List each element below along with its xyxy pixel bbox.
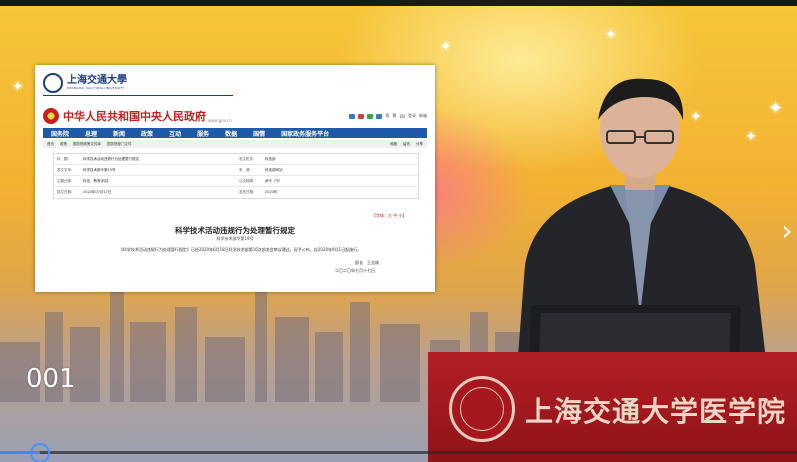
meta-value: 科学技术部令第19号 — [83, 167, 116, 172]
nav-item-service[interactable]: 服务 — [189, 129, 217, 138]
slide-counter: 001 — [26, 364, 76, 394]
gov-site-url: www.gov.cn — [208, 117, 232, 123]
favorite-button[interactable]: 收藏 — [390, 142, 397, 147]
meta-key: 公文种类： — [239, 178, 257, 183]
sjtu-subtitle: SHANGHAI JIAO TONG UNIVERSITY — [67, 86, 125, 90]
font-size-control[interactable]: 【字体：大 中 小】 — [372, 213, 407, 219]
meta-value: 2020年07月17日 — [83, 190, 112, 194]
mail-icon[interactable] — [349, 113, 356, 119]
app-icon[interactable] — [376, 113, 383, 119]
gov-nav-bar: 国务院 总理 新闻 政策 互动 服务 数据 国情 国家政务服务平台 — [43, 128, 427, 138]
sjtu-seal-icon — [43, 73, 63, 93]
progress-bar[interactable] — [0, 451, 797, 454]
meta-value: 命令（令） — [265, 178, 283, 183]
meta-key: 标 题： — [57, 156, 71, 161]
nav-item-premier[interactable]: 总理 — [77, 129, 105, 138]
meta-key: 成文日期： — [57, 190, 75, 194]
comment-button[interactable]: 留言 — [403, 142, 410, 147]
video-stage[interactable]: ✦ ✦ ✦ ✦ ✦ ✦ 上海交通大學 SHANGHAI JIAO TONG UN… — [0, 0, 797, 462]
meta-key: 发文机关： — [239, 156, 257, 161]
breadcrumb: 首页 政策 国务院政策文件库 国务院部门文件 收藏 留言 分享 — [43, 140, 427, 148]
document-number: 科学技术部令第19号 — [216, 236, 254, 241]
meta-key: 主题分类： — [57, 178, 75, 183]
weibo-icon[interactable] — [358, 113, 365, 119]
document-date: 二〇二〇年七月十七日 — [335, 268, 375, 273]
top-bar — [0, 0, 797, 6]
nav-item-service-platform[interactable]: 国家政务服务平台 — [273, 129, 337, 138]
document-title: 科学技术活动违规行为处理暂行规定 — [175, 226, 295, 235]
sparkle-icon: ✦ — [12, 79, 24, 95]
meta-key: 发布日期： — [239, 190, 257, 194]
table-row: 成文日期： 2020年07月17日 发布日期： 2020年 — [54, 187, 418, 198]
sjtu-name: 上海交通大學 — [67, 75, 127, 86]
tool-simplified[interactable]: 简 — [385, 113, 389, 119]
nav-item-state-council[interactable]: 国务院 — [43, 129, 77, 138]
tool-login[interactable]: 登录 — [408, 113, 416, 119]
table-row: 标 题： 科学技术活动违规行为处理暂行规定 发文机关： 科技部 — [54, 154, 418, 165]
nav-item-interact[interactable]: 互动 — [161, 129, 189, 138]
sparkle-icon: ✦ — [440, 39, 452, 55]
tool-traditional[interactable]: 繁 — [392, 113, 396, 119]
laptop-lid — [539, 313, 731, 357]
breadcrumb-policy[interactable]: 政策 — [60, 142, 67, 147]
table-row: 发文字号： 科学技术部令第19号 来 源： 科技部网站 — [54, 165, 418, 176]
divider — [43, 95, 233, 96]
tool-english[interactable]: EN — [399, 114, 405, 119]
sparkle-icon: ✦ — [605, 27, 617, 43]
gov-site-title: 中华人民共和国中央人民政府 — [63, 110, 206, 123]
table-row: 主题分类： 科技、教育\科技 公文种类： 命令（令） — [54, 176, 418, 187]
nav-item-news[interactable]: 新闻 — [105, 129, 133, 138]
meta-key: 发文字号： — [57, 167, 75, 172]
breadcrumb-dept-files[interactable]: 国务院部门文件 — [107, 142, 132, 147]
document-body: 《科学技术活动违规行为处理暂行规定》已经2020年6月18日科学技术部第16次部… — [118, 247, 362, 252]
nav-item-data[interactable]: 数据 — [217, 129, 245, 138]
meta-key: 来 源： — [239, 167, 253, 172]
progress-knob[interactable] — [30, 443, 50, 462]
sjtu-logo: 上海交通大學 SHANGHAI JIAO TONG UNIVERSITY — [43, 71, 127, 95]
meta-value: 科学技术活动违规行为处理暂行规定 — [83, 156, 139, 161]
share-button[interactable]: 分享 — [416, 142, 423, 147]
meta-value: 科技、教育\科技 — [83, 178, 109, 183]
meta-value: 科技部网站 — [265, 167, 283, 172]
meta-value: 2020年 — [265, 190, 278, 194]
nav-item-national[interactable]: 国情 — [245, 129, 273, 138]
breadcrumb-home[interactable]: 首页 — [47, 142, 54, 147]
meta-value: 科技部 — [265, 156, 276, 161]
tool-mailbox[interactable]: 邮箱 — [419, 113, 427, 119]
gov-header: 中华人民共和国中央人民政府 www.gov.cn 简 繁 EN 登录 邮箱 — [43, 105, 427, 127]
sjtu-medical-seal-icon — [449, 376, 515, 442]
document-signer: 部长 王志刚 — [355, 260, 379, 265]
breadcrumb-library[interactable]: 国务院政策文件库 — [73, 142, 101, 147]
page-tools: 收藏 留言 分享 — [390, 142, 427, 147]
gov-header-tools: 简 繁 EN 登录 邮箱 — [349, 113, 427, 119]
seal-ring — [460, 387, 504, 431]
podium-text: 上海交通大学医学院 — [525, 395, 787, 428]
nav-item-policy[interactable]: 政策 — [133, 129, 161, 138]
doc-meta-table: 标 题： 科学技术活动违规行为处理暂行规定 发文机关： 科技部 发文字号： 科学技术部… — [53, 153, 419, 199]
wechat-icon[interactable] — [367, 113, 374, 119]
national-emblem-icon — [43, 108, 59, 124]
next-arrow-icon[interactable]: › — [778, 215, 796, 247]
slide-document: 上海交通大學 SHANGHAI JIAO TONG UNIVERSITY 中华人… — [35, 65, 435, 292]
